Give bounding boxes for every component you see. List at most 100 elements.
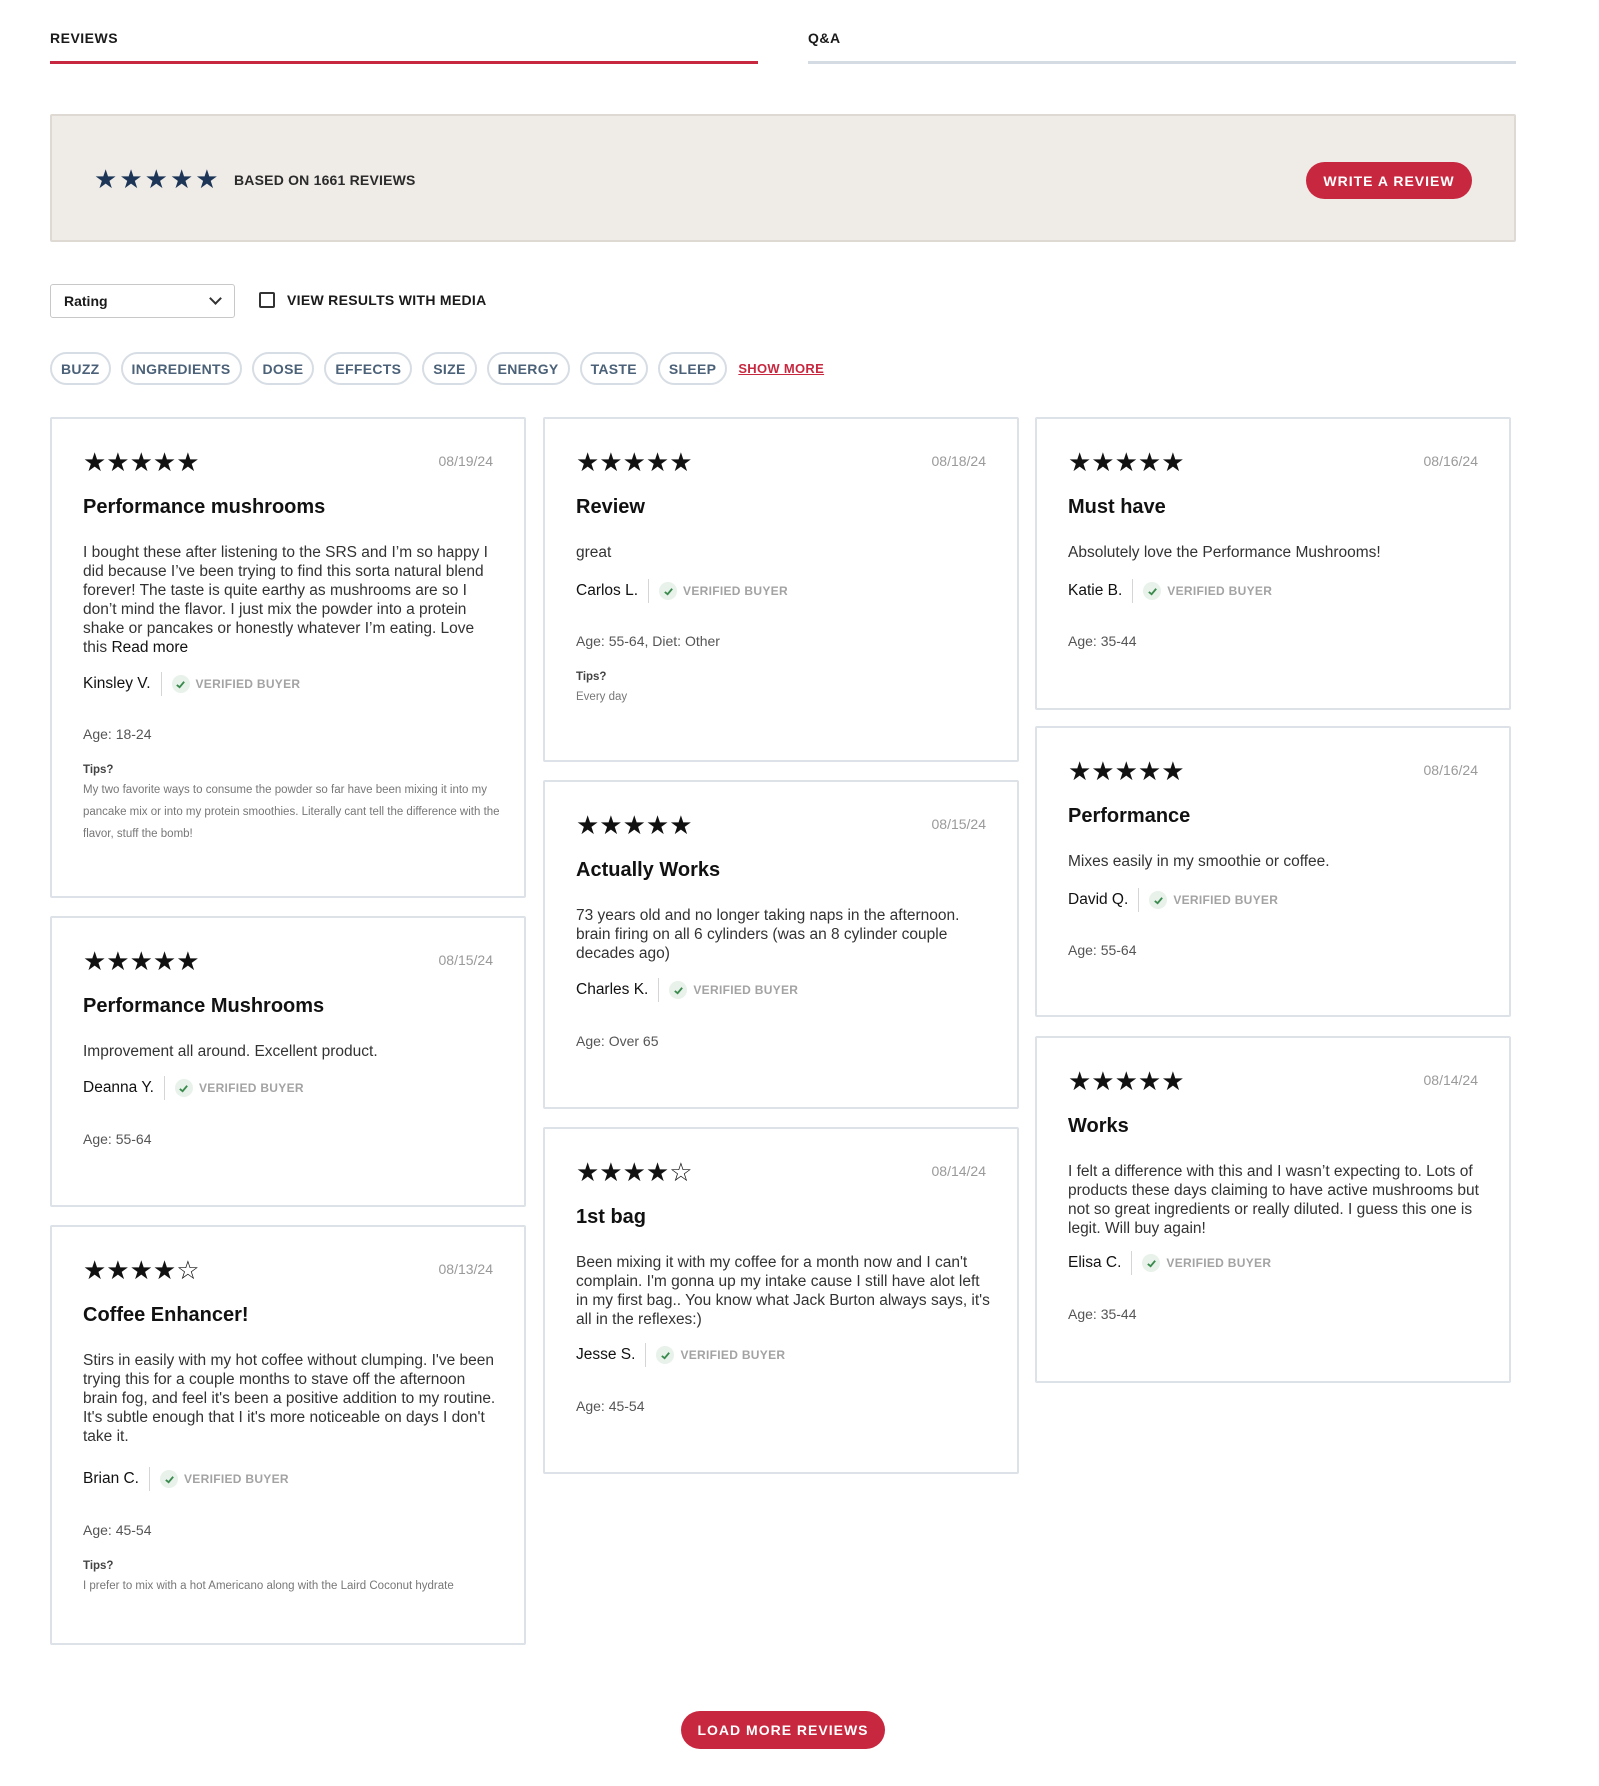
review-card: ★★★★★ 08/15/24 Actually Works 73 years o… bbox=[543, 780, 1019, 1109]
rating-select[interactable]: Rating bbox=[50, 284, 235, 318]
star-rating: ★★★★★ bbox=[576, 812, 693, 838]
chip-sleep[interactable]: SLEEP bbox=[657, 352, 728, 385]
star-icon: ★ bbox=[94, 164, 118, 194]
tips-text: My two favorite ways to consume the powd… bbox=[83, 784, 500, 840]
divider bbox=[1131, 1251, 1133, 1275]
tab-reviews[interactable]: REVIEWS bbox=[50, 30, 758, 64]
chip-size[interactable]: SIZE bbox=[422, 352, 477, 385]
author-name: Kinsley V. bbox=[83, 675, 151, 692]
review-count: BASED ON 1661 REVIEWS bbox=[234, 172, 416, 188]
review-card: ★★★★★ 08/19/24 Performance mushrooms I b… bbox=[50, 417, 526, 898]
read-more-link[interactable]: Read more bbox=[111, 639, 188, 656]
review-author: Deanna Y. VERIFIED BUYER bbox=[83, 1076, 304, 1100]
review-author: Jesse S. VERIFIED BUYER bbox=[576, 1343, 785, 1367]
star-rating: ★★★★☆ bbox=[83, 1257, 200, 1283]
tips-label: Tips? bbox=[83, 1560, 114, 1572]
tab-reviews-label: REVIEWS bbox=[50, 30, 119, 46]
divider bbox=[645, 1343, 647, 1367]
stars-icon: ★★★★☆ bbox=[576, 1157, 693, 1187]
star-rating: ★★★★☆ bbox=[576, 1159, 693, 1185]
review-body: I felt a difference with this and I wasn… bbox=[1068, 1163, 1479, 1237]
review-title: 1st bag bbox=[576, 1206, 647, 1228]
load-more-button[interactable]: LOAD MORE REVIEWS bbox=[681, 1711, 885, 1749]
rating-select-value: Rating bbox=[64, 293, 108, 309]
star-rating: ★★★★★ bbox=[83, 449, 200, 475]
stars-icon: ★★★★★ bbox=[576, 447, 693, 477]
author-name: Charles K. bbox=[576, 981, 649, 998]
review-body: 73 years old and no longer taking naps i… bbox=[576, 907, 960, 962]
review-author: David Q. VERIFIED BUYER bbox=[1068, 888, 1278, 912]
divider bbox=[1138, 888, 1140, 912]
tips-label: Tips? bbox=[83, 764, 114, 776]
chip-taste[interactable]: TASTE bbox=[579, 352, 648, 385]
show-more-link[interactable]: SHOW MORE bbox=[738, 361, 824, 376]
divider bbox=[163, 1076, 165, 1100]
review-body: Stirs in easily with my hot coffee witho… bbox=[83, 1352, 496, 1445]
review-title: Coffee Enhancer! bbox=[83, 1304, 249, 1326]
tab-active-indicator bbox=[50, 61, 758, 64]
tips-text: I prefer to mix with a hot Americano alo… bbox=[83, 1580, 454, 1592]
stars-icon: ★★★★★ bbox=[1068, 1066, 1185, 1096]
chip-energy[interactable]: ENERGY bbox=[486, 352, 570, 385]
star-icon: ★ bbox=[119, 164, 143, 194]
star-icon: ★ bbox=[169, 164, 194, 194]
author-name: Carlos L. bbox=[576, 582, 639, 599]
verified-badge: VERIFIED BUYER bbox=[1167, 584, 1273, 598]
reviewer-age: Age: 55-64 bbox=[1068, 942, 1137, 958]
stars-icon: ★★★★★ bbox=[1068, 447, 1185, 477]
review-body: Been mixing it with my coffee for a mont… bbox=[576, 1254, 990, 1328]
star-rating: ★★★★★ bbox=[1068, 449, 1185, 475]
stars-icon: ★★★★★ bbox=[1068, 756, 1185, 786]
write-review-button[interactable]: WRITE A REVIEW bbox=[1306, 162, 1472, 199]
author-name: Elisa C. bbox=[1068, 1254, 1122, 1271]
review-date: 08/13/24 bbox=[438, 1261, 494, 1277]
review-date: 08/18/24 bbox=[931, 453, 987, 469]
check-icon bbox=[669, 981, 688, 999]
topic-chips: BUZZ INGREDIENTS DOSE EFFECTS SIZE ENERG… bbox=[50, 352, 824, 385]
reviews-summary: ★ ★ ★ ★ ★ BASED ON 1661 REVIEWS WRITE A … bbox=[50, 114, 1516, 242]
review-title: Performance mushrooms bbox=[83, 496, 326, 518]
review-date: 08/16/24 bbox=[1423, 762, 1479, 778]
tips-label: Tips? bbox=[576, 671, 607, 683]
chevron-down-icon bbox=[209, 292, 222, 305]
review-card: ★★★★★ 08/16/24 Performance Mixes easily … bbox=[1035, 726, 1511, 1017]
review-card: ★★★★☆ 08/14/24 1st bag Been mixing it wi… bbox=[543, 1127, 1019, 1474]
verified-badge: VERIFIED BUYER bbox=[1173, 893, 1279, 907]
verified-badge: VERIFIED BUYER bbox=[184, 1472, 289, 1486]
tab-qa[interactable]: Q&A bbox=[808, 30, 1516, 64]
review-body: Improvement all around. Excellent produc… bbox=[83, 1043, 378, 1060]
review-author: Katie B. VERIFIED BUYER bbox=[1068, 579, 1272, 603]
reviewer-age: Age: 55-64 bbox=[83, 1131, 152, 1147]
verified-badge: VERIFIED BUYER bbox=[680, 1348, 786, 1362]
stars-icon: ★★★★★ bbox=[576, 810, 693, 840]
star-rating: ★★★★★ bbox=[1068, 1068, 1185, 1094]
reviewer-age: Age: 35-44 bbox=[1068, 1306, 1137, 1322]
review-author: Charles K. VERIFIED BUYER bbox=[576, 978, 798, 1002]
tab-qa-label: Q&A bbox=[808, 30, 841, 46]
reviewer-age: Age: 55-64, Diet: Other bbox=[576, 633, 720, 649]
author-name: Jesse S. bbox=[576, 1346, 636, 1363]
review-body: Absolutely love the Performance Mushroom… bbox=[1068, 544, 1381, 561]
chip-buzz[interactable]: BUZZ bbox=[50, 352, 111, 385]
review-author: Kinsley V. VERIFIED BUYER bbox=[83, 672, 300, 696]
review-card: ★★★★★ 08/16/24 Must have Absolutely love… bbox=[1035, 417, 1511, 710]
review-title: Actually Works bbox=[576, 859, 721, 881]
author-name: Deanna Y. bbox=[83, 1079, 154, 1096]
check-icon bbox=[659, 582, 678, 600]
media-filter[interactable]: VIEW RESULTS WITH MEDIA bbox=[259, 292, 487, 308]
divider bbox=[149, 1467, 150, 1491]
divider bbox=[160, 672, 162, 696]
chip-effects[interactable]: EFFECTS bbox=[324, 352, 413, 385]
review-author: Carlos L. VERIFIED BUYER bbox=[576, 579, 788, 603]
review-date: 08/14/24 bbox=[1423, 1072, 1479, 1088]
chip-dose[interactable]: DOSE bbox=[251, 352, 315, 385]
media-checkbox[interactable] bbox=[259, 292, 275, 308]
divider bbox=[648, 579, 650, 603]
review-title: Review bbox=[576, 496, 645, 518]
review-body: I bought these after listening to the SR… bbox=[83, 543, 497, 657]
star-icon: ★ bbox=[195, 164, 219, 194]
check-icon bbox=[1149, 891, 1168, 909]
chip-ingredients[interactable]: INGREDIENTS bbox=[120, 352, 242, 385]
verified-badge: VERIFIED BUYER bbox=[198, 1081, 304, 1095]
check-icon bbox=[1142, 1254, 1161, 1272]
